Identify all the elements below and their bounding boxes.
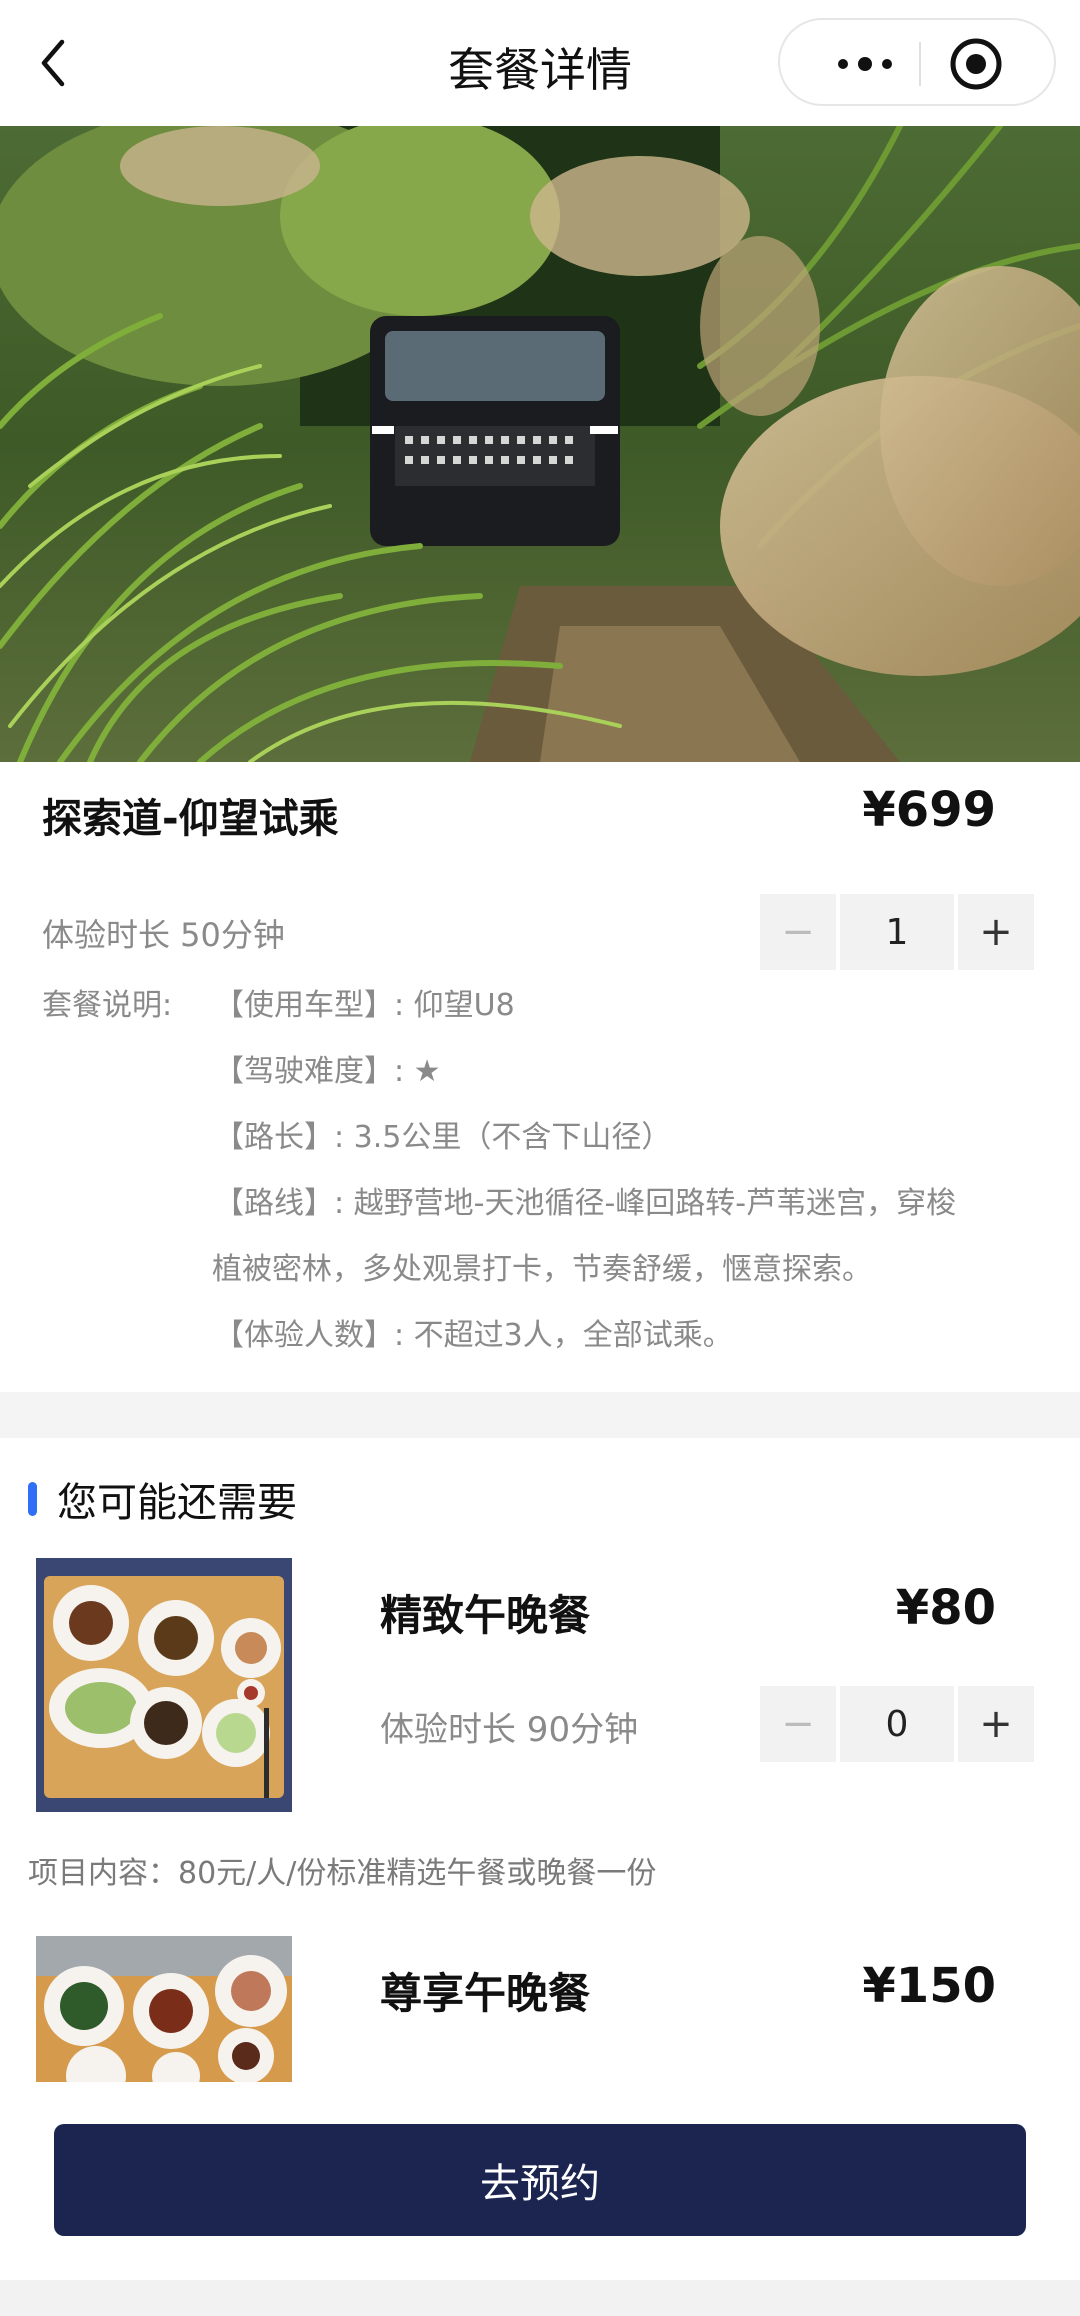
increase-button[interactable]: + xyxy=(958,1686,1034,1762)
mini-program-capsule xyxy=(778,18,1056,106)
book-button[interactable]: 去预约 xyxy=(54,2124,1026,2236)
package-duration: 体验时长 50分钟 xyxy=(42,916,285,954)
quantity-value[interactable]: 0 xyxy=(840,1686,954,1762)
meal-content: 项目内容：80元/人/份标准精选午餐或晚餐一份 xyxy=(28,1856,657,1891)
meal-thumbnail[interactable] xyxy=(36,1558,292,1812)
close-button[interactable] xyxy=(940,34,1012,94)
increase-button[interactable]: + xyxy=(958,894,1034,970)
bottom-safe-area xyxy=(0,2280,1080,2316)
nav-header: 套餐详情 xyxy=(0,0,1080,126)
offroad-vehicle-photo xyxy=(0,126,1080,762)
decrease-button[interactable]: − xyxy=(760,1686,836,1762)
capsule-divider xyxy=(919,42,921,86)
section-divider xyxy=(0,1392,1080,1438)
decrease-button[interactable]: − xyxy=(760,894,836,970)
target-close-icon xyxy=(950,38,1002,90)
description-line: 【体验人数】: 不超过3人，全部试乘。 xyxy=(214,1318,733,1353)
meal-name: 尊享午晚餐 xyxy=(380,1969,591,2018)
recommend-header: 您可能还需要 xyxy=(28,1470,297,1528)
accent-bar xyxy=(28,1482,37,1516)
meal-photo xyxy=(36,1558,292,1812)
meal-photo xyxy=(36,1936,292,2082)
description-line: 【使用车型】: 仰望U8 xyxy=(214,988,515,1023)
description-line: 【驾驶难度】: ★ xyxy=(214,1054,441,1089)
quantity-value[interactable]: 1 xyxy=(840,894,954,970)
bottom-action-bar: 去预约 xyxy=(0,2082,1080,2316)
meal-price: ¥80 xyxy=(895,1580,996,1636)
meal-quantity-stepper: − 0 + xyxy=(760,1686,1034,1762)
meal-duration: 体验时长 90分钟 xyxy=(380,1710,639,1750)
package-price: ¥699 xyxy=(862,782,996,838)
meal-thumbnail[interactable] xyxy=(36,1936,292,2082)
package-name: 探索道-仰望试乘 xyxy=(42,796,339,842)
more-dots-icon xyxy=(838,57,892,71)
meal-name: 精致午晚餐 xyxy=(380,1591,591,1640)
hero-image xyxy=(0,126,1080,762)
package-quantity-stepper: − 1 + xyxy=(760,894,1034,970)
recommend-title: 您可能还需要 xyxy=(57,1480,297,1526)
description-line: 【路线】: 越野营地-天池循径-峰回路转-芦苇迷宫，穿梭 xyxy=(214,1186,957,1221)
description-label: 套餐说明: xyxy=(42,988,173,1023)
description-line: 植被密林，多处观景打卡，节奏舒缓，惬意探索。 xyxy=(212,1252,872,1287)
meal-price: ¥150 xyxy=(862,1958,996,2014)
description-line: 【路长】: 3.5公里（不含下山径） xyxy=(214,1120,672,1155)
more-button[interactable] xyxy=(810,40,920,88)
package-info: 探索道-仰望试乘 ¥699 体验时长 50分钟 − 1 + 套餐说明: 【使用车… xyxy=(0,762,1080,1392)
